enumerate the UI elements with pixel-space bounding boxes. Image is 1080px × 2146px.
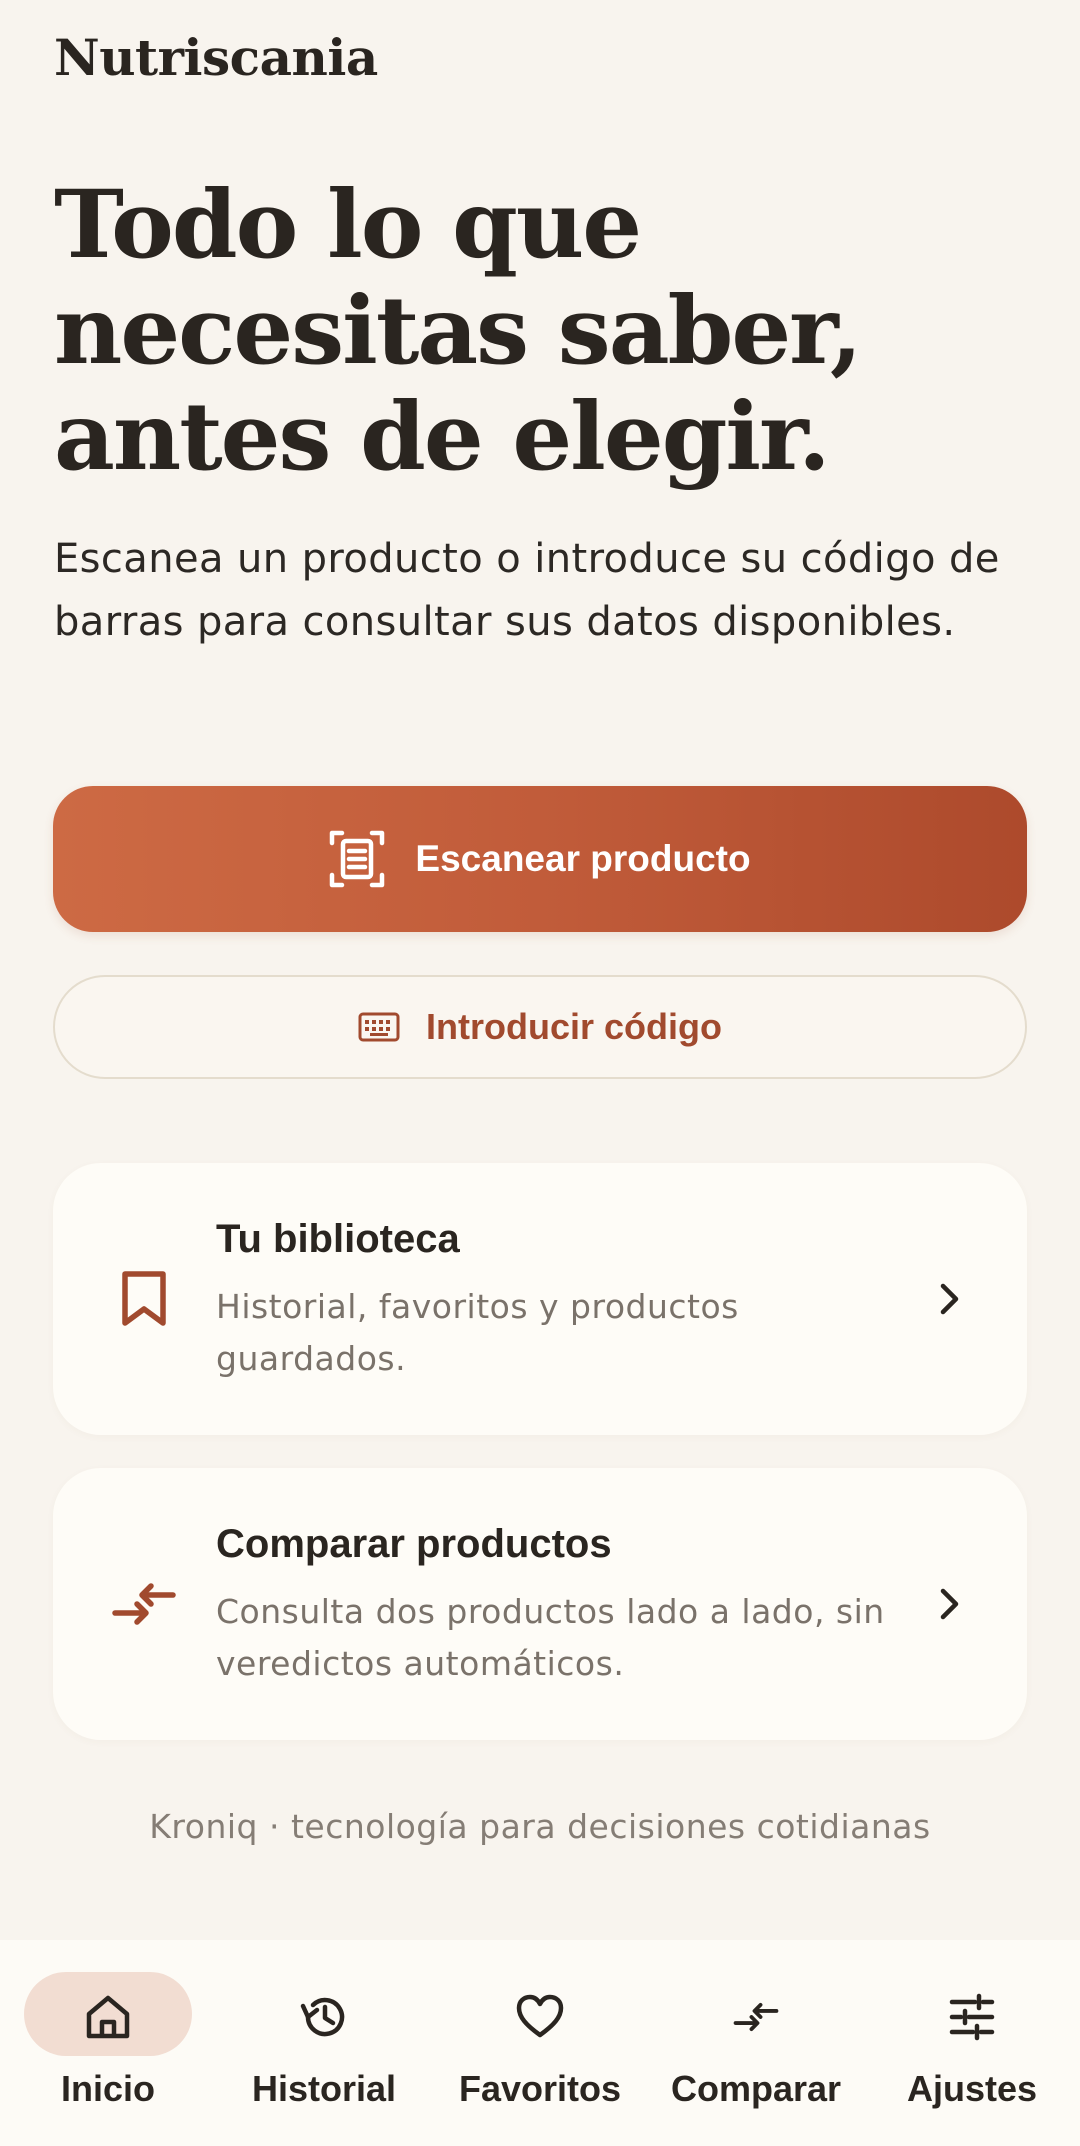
page-subtitle: Escanea un producto o introduce su códig…: [54, 536, 1000, 645]
scan-product-button[interactable]: Escanear producto: [53, 786, 1027, 932]
chevron-right-icon: [940, 1588, 959, 1620]
nav-item-ajustes[interactable]: Ajustes: [864, 1940, 1080, 2146]
home-icon: [86, 1995, 130, 2039]
nav-label-comparar: Comparar: [670, 2068, 842, 2109]
compare-card-description: Consulta dos productos lado a lado, sin …: [216, 1592, 885, 1683]
scan-document-icon: [330, 830, 385, 888]
library-card-description: Historial, favoritos y productos guardad…: [216, 1287, 739, 1378]
library-card[interactable]: Tu biblioteca Historial, favoritos y pro…: [53, 1163, 1027, 1435]
nav-item-comparar[interactable]: Comparar: [648, 1940, 864, 2146]
bottom-navigation: Inicio Historial Favoritos Comparar Ajus…: [0, 1940, 1080, 2146]
headline-line: Todo lo que: [54, 170, 642, 280]
app-brand: Nutriscania: [54, 28, 378, 87]
compare-arrows-icon: [109, 1569, 179, 1639]
nav-label-inicio: Inicio: [60, 2068, 155, 2109]
library-card-title: Tu biblioteca: [216, 1217, 460, 1261]
enter-code-button[interactable]: Introducir código: [53, 975, 1027, 1079]
sliders-icon: [949, 1993, 995, 2041]
nav-item-historial[interactable]: Historial: [216, 1940, 432, 2146]
headline-line: necesitas saber,: [54, 276, 863, 386]
footer-tagline: Kroniq · tecnología para decisiones coti…: [149, 1807, 931, 1846]
history-icon: [300, 1997, 345, 2037]
heart-icon: [516, 1994, 564, 2038]
keyboard-icon: [358, 1012, 400, 1042]
compare-card-title: Comparar productos: [216, 1522, 612, 1566]
home-screen: Nutriscania Todo lo que necesitas saber,…: [0, 0, 1080, 2146]
compare-products-card[interactable]: Comparar productos Consulta dos producto…: [53, 1468, 1027, 1740]
nav-item-inicio[interactable]: Inicio: [0, 1940, 216, 2146]
nav-label-historial: Historial: [251, 2068, 397, 2109]
compare-arrows-icon: [733, 2002, 779, 2032]
headline-line: antes de elegir.: [54, 382, 831, 492]
page-headline: Todo lo que necesitas saber, antes de el…: [54, 172, 954, 490]
nav-item-favoritos[interactable]: Favoritos: [432, 1940, 648, 2146]
chevron-right-icon: [940, 1283, 959, 1315]
nav-label-favoritos: Favoritos: [458, 2068, 622, 2109]
enter-code-label: Introducir código: [426, 1006, 722, 1047]
nav-label-ajustes: Ajustes: [906, 2068, 1038, 2109]
bookmark-icon: [109, 1264, 179, 1334]
scan-product-label: Escanear producto: [415, 838, 751, 879]
